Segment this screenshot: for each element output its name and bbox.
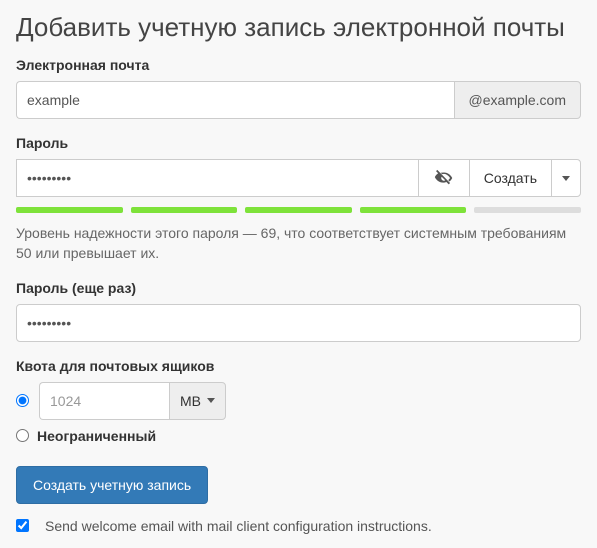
password-options-dropdown-button[interactable] xyxy=(551,159,581,197)
strength-segment xyxy=(474,207,581,213)
password-confirm-label: Пароль (еще раз) xyxy=(16,280,581,296)
email-input[interactable] xyxy=(16,81,454,119)
create-account-button[interactable]: Создать учетную запись xyxy=(16,466,208,504)
password-input-row: Создать xyxy=(16,159,581,197)
eye-off-icon xyxy=(433,167,455,189)
password-strength-text: Уровень надежности этого пароля — 69, чт… xyxy=(16,223,581,264)
email-input-row: @example.com xyxy=(16,81,581,119)
quota-label: Квота для почтовых ящиков xyxy=(16,358,581,374)
strength-segment xyxy=(16,207,123,213)
password-input[interactable] xyxy=(16,159,418,197)
quota-unit-label: MB xyxy=(180,393,201,409)
chevron-down-icon xyxy=(562,176,570,181)
quota-unit-dropdown-button[interactable]: MB xyxy=(169,382,226,420)
password-label: Пароль xyxy=(16,135,581,151)
quota-fixed-row: MB xyxy=(16,382,581,420)
quota-fixed-radio[interactable] xyxy=(16,394,29,407)
quota-unlimited-label: Неограниченный xyxy=(37,428,156,444)
welcome-email-row: Send welcome email with mail client conf… xyxy=(16,518,581,534)
toggle-password-visibility-button[interactable] xyxy=(418,159,469,197)
chevron-down-icon xyxy=(207,398,215,403)
password-confirm-input[interactable] xyxy=(16,304,581,342)
quota-unlimited-radio[interactable] xyxy=(16,429,29,442)
password-confirm-field-group: Пароль (еще раз) xyxy=(16,280,581,342)
strength-segment xyxy=(245,207,352,213)
welcome-email-checkbox[interactable] xyxy=(16,519,29,532)
quota-value-group: MB xyxy=(39,382,226,420)
password-field-group: Пароль Создать Уровень надежности этого … xyxy=(16,135,581,264)
quota-unlimited-row: Неограниченный xyxy=(16,428,581,444)
email-field-group: Электронная почта @example.com xyxy=(16,57,581,119)
strength-segment xyxy=(360,207,467,213)
page-title: Добавить учетную запись электронной почт… xyxy=(16,12,581,43)
strength-segment xyxy=(131,207,238,213)
quota-value-input[interactable] xyxy=(39,382,169,420)
password-strength-meter xyxy=(16,207,581,213)
welcome-email-label: Send welcome email with mail client conf… xyxy=(45,518,432,534)
generate-password-button[interactable]: Создать xyxy=(469,159,551,197)
email-label: Электронная почта xyxy=(16,57,581,73)
quota-field-group: Квота для почтовых ящиков MB Неограничен… xyxy=(16,358,581,444)
email-domain-suffix: @example.com xyxy=(454,81,581,119)
